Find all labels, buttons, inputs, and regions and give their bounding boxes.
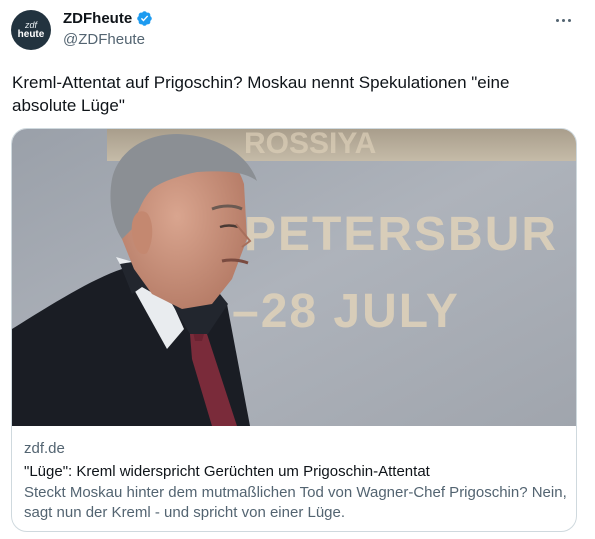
card-description: Steckt Moskau hinter dem mutmaßlichen To… [24, 484, 567, 521]
author-display-name[interactable]: ZDFheute [63, 10, 132, 27]
avatar-text-heute: heute [17, 28, 45, 40]
svg-text:ROSSIYA: ROSSIYA [244, 129, 376, 160]
card-meta: zdf.de "Lüge": Kreml widerspricht Gerüch… [24, 439, 569, 523]
card-domain: zdf.de [24, 440, 65, 457]
card-image-text-july: –28 JULY [232, 285, 460, 338]
card-image-text-petersburg: PETERSBUR [244, 208, 558, 261]
tweet-text: Kreml-Attentat auf Prigoschin? Moskau ne… [12, 73, 510, 115]
tweet: zdf heute ZDFheute @ZDFheute Kreml-Atten… [0, 0, 595, 539]
card-title: "Lüge": Kreml widerspricht Gerüchten um … [24, 463, 430, 480]
verified-badge-icon [136, 10, 153, 27]
link-card[interactable]: ROSSIYA PETERSBUR –28 JULY zdf.de "Lüge"… [11, 128, 577, 532]
avatar[interactable]: zdf heute [11, 10, 51, 50]
author-name-row: ZDFheute [63, 10, 153, 27]
card-image[interactable]: ROSSIYA PETERSBUR –28 JULY [12, 129, 576, 426]
author-handle[interactable]: @ZDFheute [63, 31, 145, 48]
more-options-icon[interactable] [551, 12, 575, 28]
